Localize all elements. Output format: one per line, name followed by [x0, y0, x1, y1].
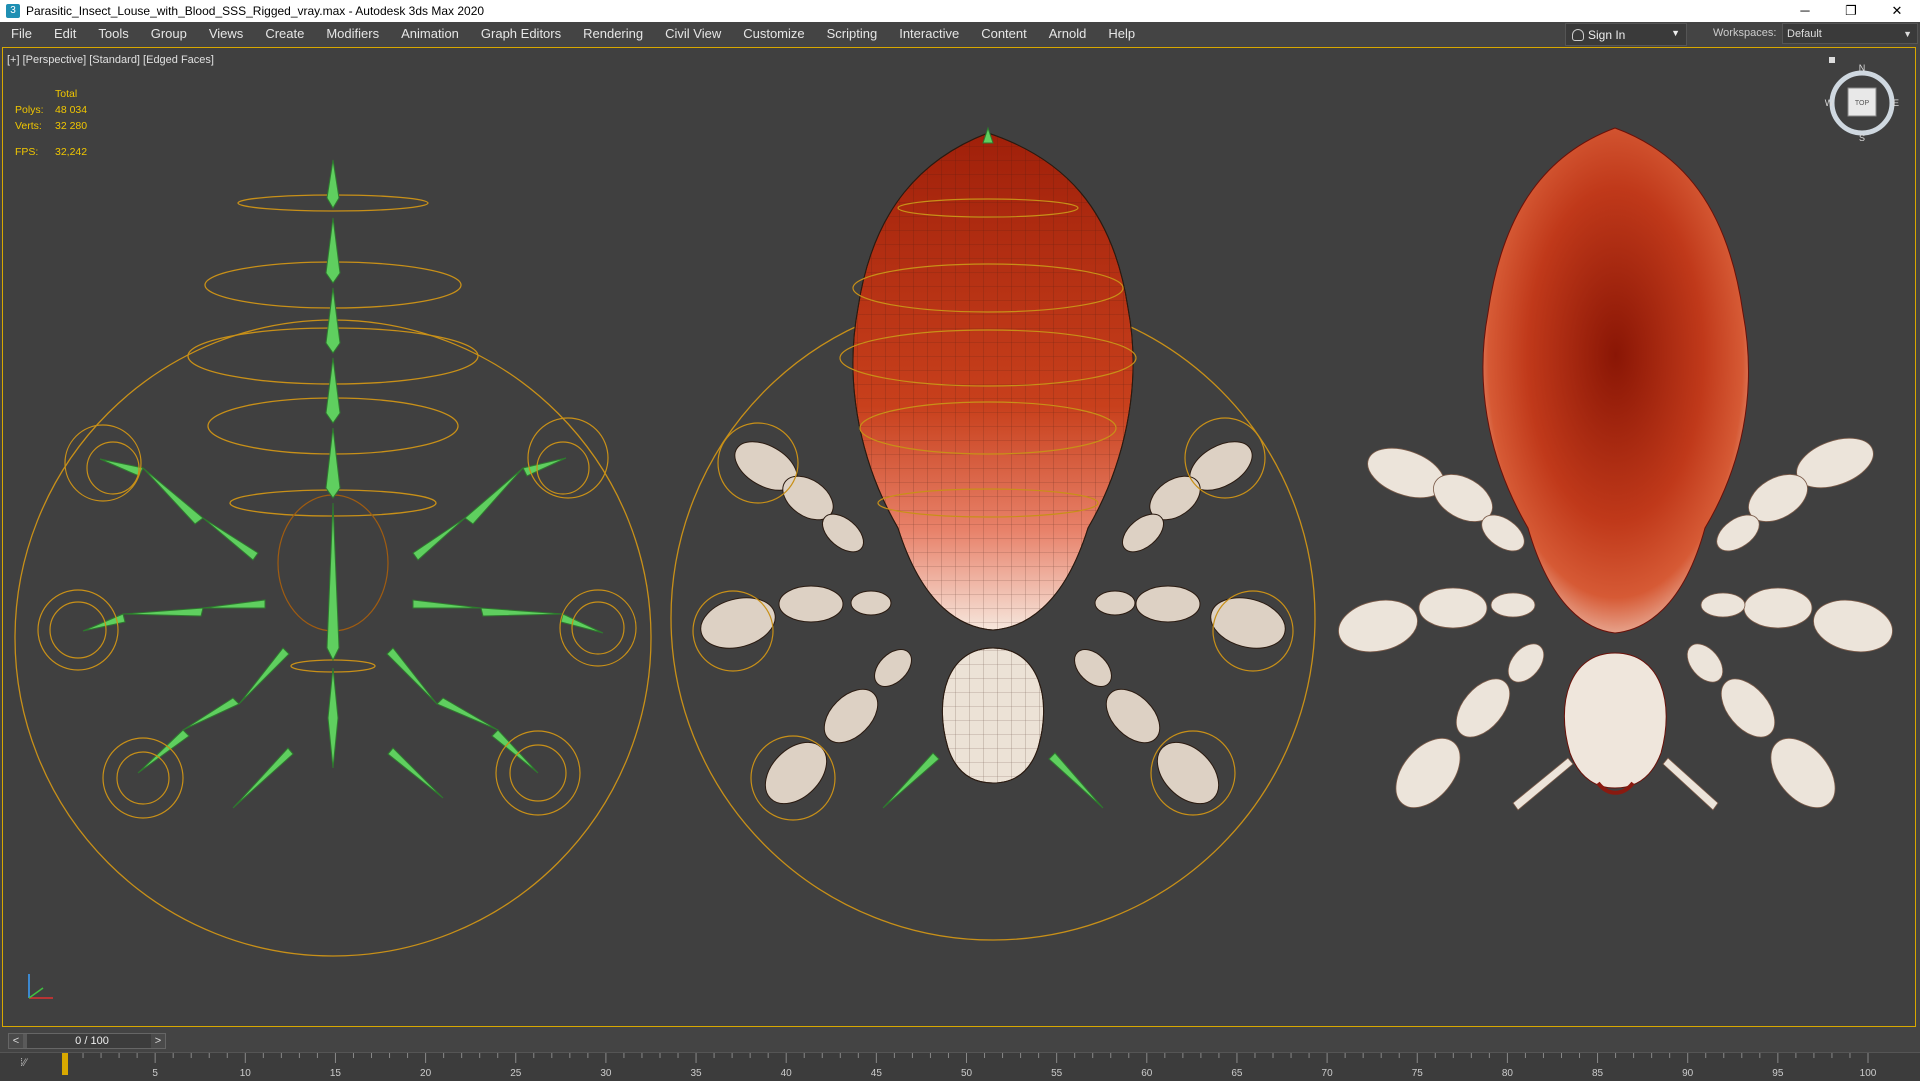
- stats-header: Total: [55, 88, 78, 100]
- frame-tick-label: 65: [1231, 1068, 1243, 1079]
- current-frame[interactable]: 0 / 100: [27, 1034, 157, 1048]
- menu-civil-view[interactable]: Civil View: [654, 22, 732, 46]
- prev-frame-button[interactable]: <: [9, 1034, 23, 1048]
- viewport-label[interactable]: [+] [Perspective] [Standard] [Edged Face…: [7, 54, 214, 66]
- sign-in-dropdown[interactable]: Sign In ▼: [1565, 23, 1687, 46]
- sign-in-label: Sign In: [1588, 27, 1626, 42]
- frame-tick-label: 70: [1322, 1068, 1334, 1079]
- scene-statistics: Total Polys: 48 034 Verts: 32 280 FPS: 32,2…: [15, 86, 87, 160]
- menu-tools[interactable]: Tools: [87, 22, 139, 46]
- track-bar[interactable]: ⁞⁄∕ 5 10 15 20 25 30 35 40 45 50 55 60 65 70 75 80 85 90 9…: [0, 1052, 1920, 1081]
- menu-graph-editors[interactable]: Graph Editors: [470, 22, 572, 46]
- frame-tick-label: 40: [781, 1068, 793, 1079]
- frame-tick-label: 55: [1051, 1068, 1063, 1079]
- fps-value: 32,242: [55, 146, 88, 158]
- frame-tick-label: 85: [1592, 1068, 1604, 1079]
- frame-tick-label: 35: [690, 1068, 702, 1079]
- frame-tick-label: 60: [1141, 1068, 1153, 1079]
- frame-tick-label: 30: [600, 1068, 612, 1079]
- frame-ruler[interactable]: 5 10 15 20 25 30 35 40 45 50 55 60 65 70 75 80 85 90 95 100: [0, 1053, 1920, 1081]
- rendered-model[interactable]: [1334, 127, 1898, 820]
- menu-animation[interactable]: Animation: [390, 22, 470, 46]
- menu-file[interactable]: File: [0, 22, 43, 46]
- viewcube[interactable]: TOP N W E S: [1817, 53, 1907, 143]
- frame-tick-label: 90: [1682, 1068, 1694, 1079]
- viewcube-face-label: TOP: [1855, 100, 1870, 107]
- workspaces-label: Workspaces:: [1713, 27, 1777, 39]
- window-title: Parasitic_Insect_Louse_with_Blood_SSS_Ri…: [26, 4, 485, 18]
- next-frame-button[interactable]: >: [151, 1034, 165, 1048]
- home-icon[interactable]: [1829, 57, 1835, 63]
- fps-label: FPS:: [15, 146, 39, 158]
- menu-arnold[interactable]: Arnold: [1038, 22, 1098, 46]
- menu-rendering[interactable]: Rendering: [572, 22, 654, 46]
- menu-modifiers[interactable]: Modifiers: [315, 22, 390, 46]
- menu-scripting[interactable]: Scripting: [816, 22, 889, 46]
- frame-tick-label: 5: [152, 1068, 158, 1079]
- playhead[interactable]: [62, 1053, 68, 1075]
- menu-interactive[interactable]: Interactive: [888, 22, 970, 46]
- axis-tripod-icon: [28, 974, 53, 999]
- frame-tick-label: 10: [240, 1068, 252, 1079]
- polys-label: Polys:: [15, 104, 44, 116]
- polys-value: 48 034: [55, 104, 88, 116]
- frame-tick-label: 95: [1772, 1068, 1784, 1079]
- chevron-down-icon: ▼: [1903, 29, 1912, 39]
- compass-w: W: [1825, 98, 1834, 108]
- perspective-viewport[interactable]: [+] [Perspective] [Standard] [Edged Face…: [2, 47, 1916, 1027]
- menu-customize[interactable]: Customize: [732, 22, 815, 46]
- frame-tick-label: 80: [1502, 1068, 1514, 1079]
- time-slider-bar: < 0 / 100 > ⁞⁄∕ 5 10 15 20 25 30 35 40 45 50 55 60 6…: [0, 1027, 1920, 1081]
- menu-group[interactable]: Group: [140, 22, 198, 46]
- frame-tick-label: 75: [1412, 1068, 1424, 1079]
- close-button[interactable]: ✕: [1874, 0, 1920, 22]
- menu-create[interactable]: Create: [254, 22, 315, 46]
- frame-tick-label: 15: [330, 1068, 342, 1079]
- compass-e: E: [1893, 98, 1899, 108]
- verts-value: 32 280: [55, 120, 88, 132]
- compass-n: N: [1859, 63, 1866, 73]
- user-icon: [1572, 28, 1584, 41]
- scene-canvas[interactable]: [3, 48, 1916, 1027]
- menu-content[interactable]: Content: [970, 22, 1038, 46]
- menu-views[interactable]: Views: [198, 22, 254, 46]
- rig-bones[interactable]: [14, 159, 652, 957]
- frame-tick-label: 50: [961, 1068, 973, 1079]
- restore-button[interactable]: ❐: [1828, 0, 1874, 22]
- frame-tick-label: 45: [871, 1068, 883, 1079]
- frame-tick-label: 25: [510, 1068, 522, 1079]
- minimize-button[interactable]: ─: [1782, 0, 1828, 22]
- frame-tick-label: 100: [1860, 1068, 1877, 1079]
- app-icon: 3: [6, 4, 20, 18]
- compass-s: S: [1859, 133, 1865, 143]
- title-bar: 3 Parasitic_Insect_Louse_with_Blood_SSS_…: [0, 0, 1920, 22]
- time-slider[interactable]: < 0 / 100 >: [8, 1033, 166, 1049]
- frame-tick-label: 20: [420, 1068, 432, 1079]
- menu-edit[interactable]: Edit: [43, 22, 87, 46]
- workspaces-value: Default: [1787, 28, 1822, 40]
- wireframe-model[interactable]: [670, 126, 1316, 941]
- chevron-down-icon: ▼: [1671, 28, 1680, 38]
- menu-help[interactable]: Help: [1097, 22, 1146, 46]
- workspaces-select[interactable]: Default ▼: [1782, 23, 1918, 44]
- verts-label: Verts:: [15, 120, 42, 132]
